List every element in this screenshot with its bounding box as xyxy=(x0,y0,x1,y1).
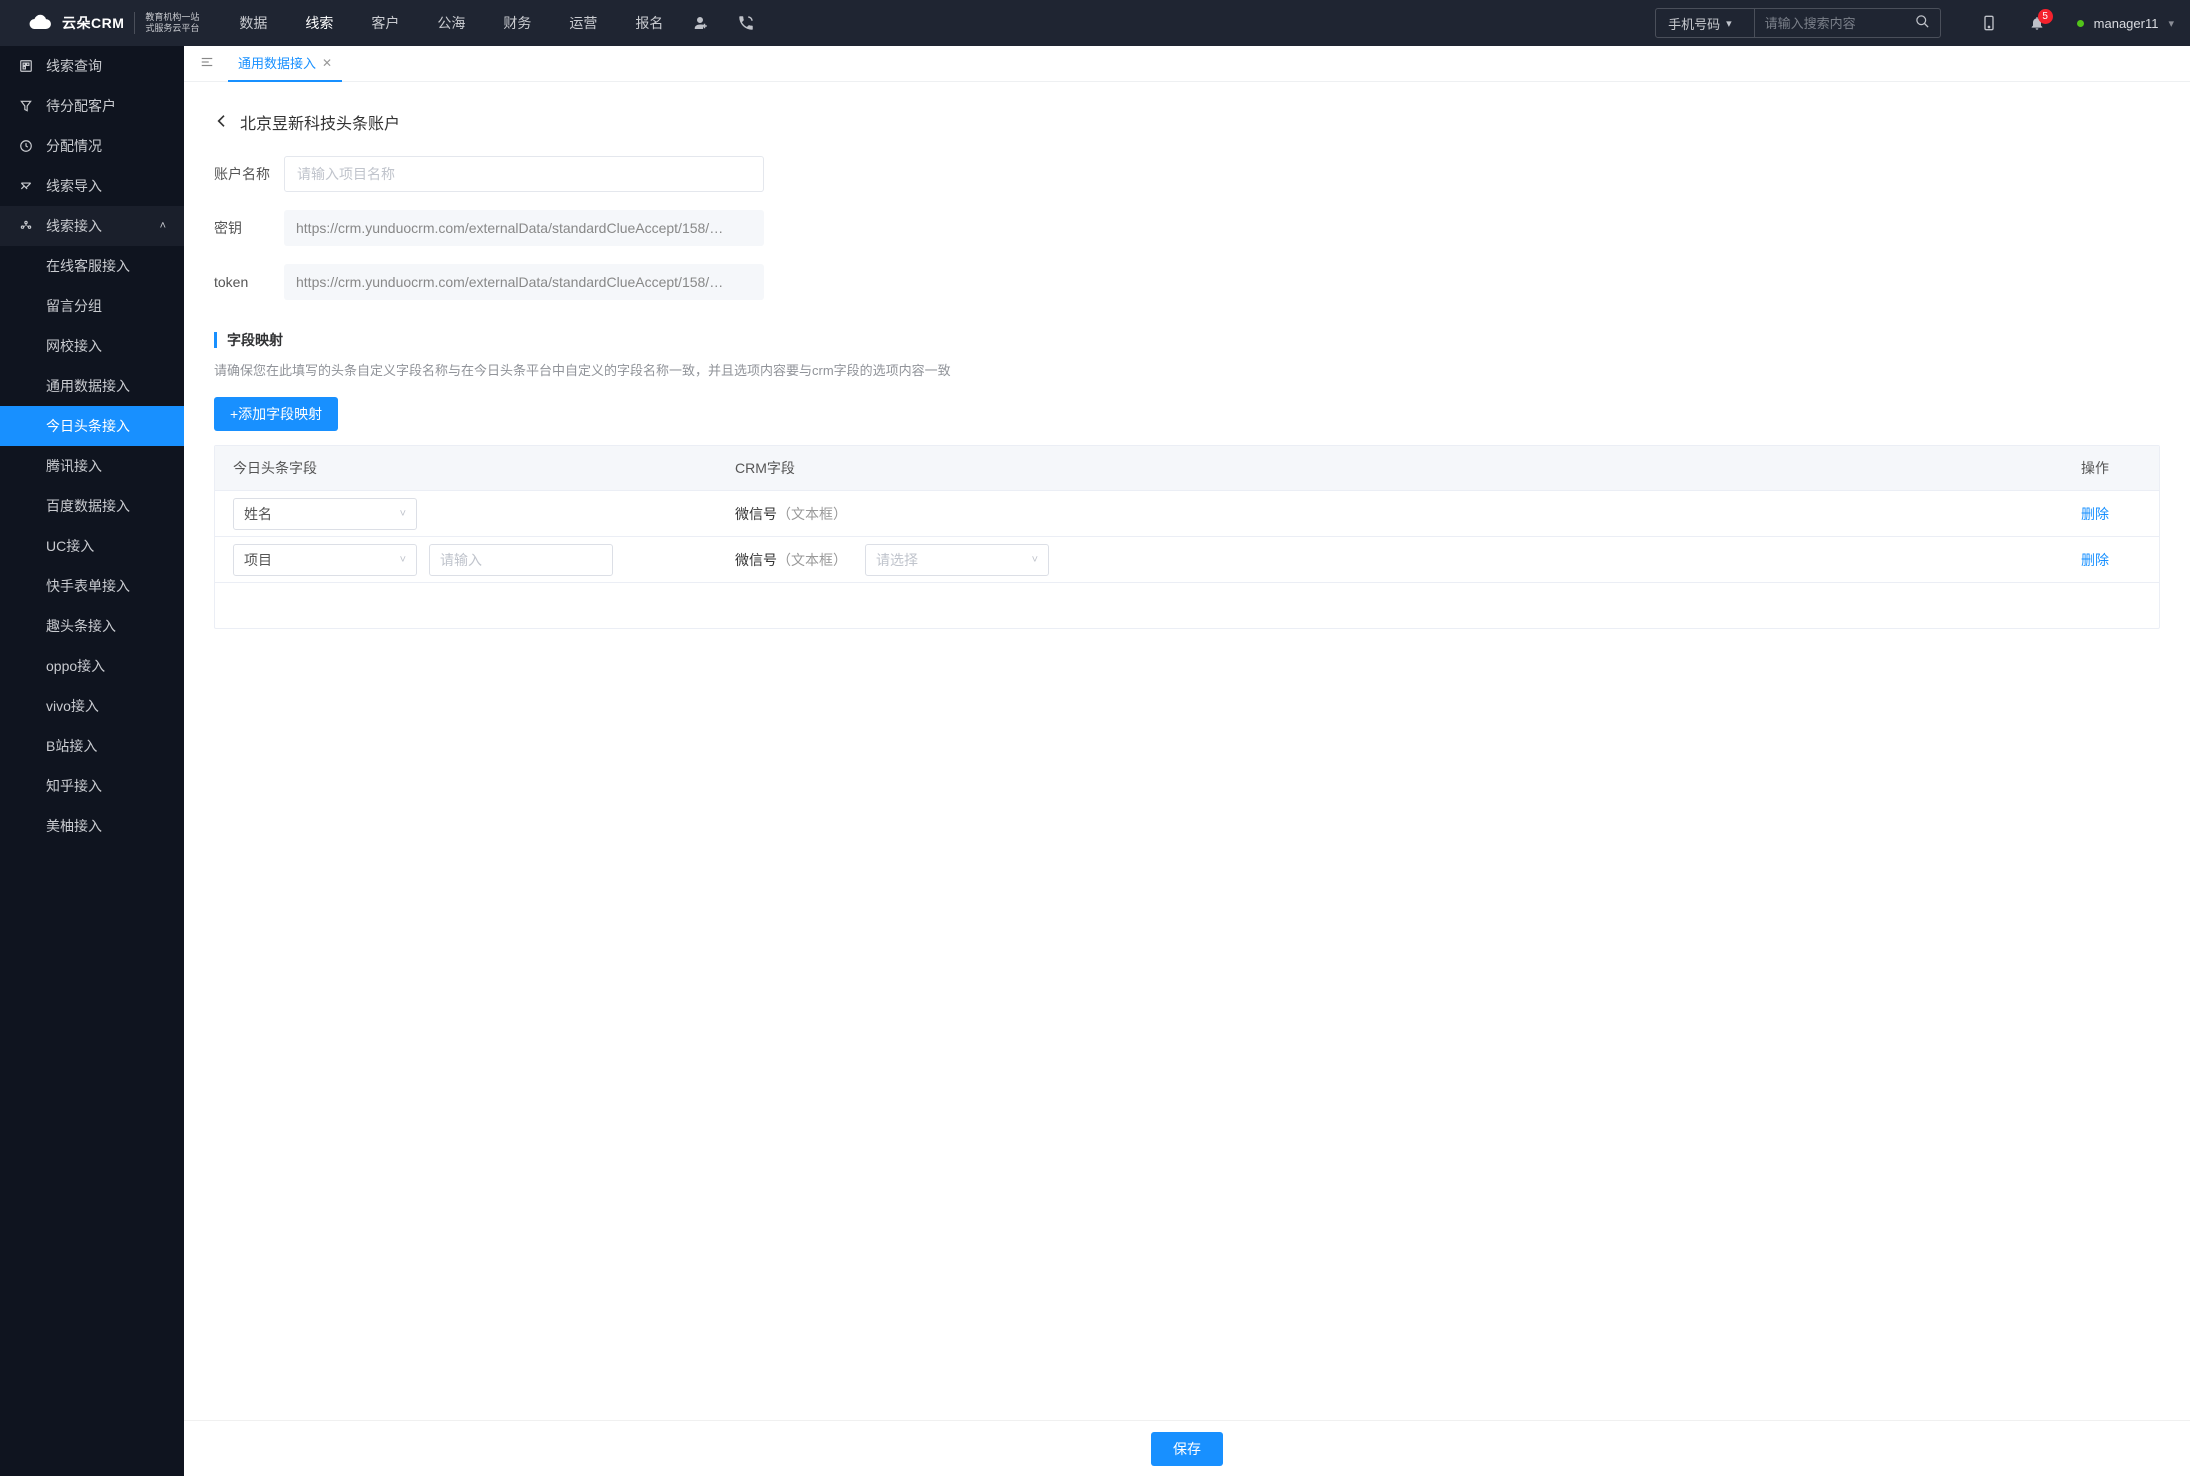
sidebar-item-2[interactable]: 分配情况 xyxy=(0,126,184,166)
top-nav-item-1[interactable]: 线索 xyxy=(305,13,333,33)
sidebar-item-4[interactable]: 线索接入 ˄ xyxy=(0,206,184,246)
brand-sub2: 式服务云平台 xyxy=(145,23,199,34)
table-row: 项目˅ 微信号（文本框） 请选择˅ 删除 xyxy=(215,536,2159,582)
delete-row-button[interactable]: 删除 xyxy=(2081,506,2109,522)
sidebar-subitem-4-5[interactable]: 腾讯接入 xyxy=(0,446,184,486)
tt-field-select[interactable]: 项目˅ xyxy=(233,544,417,576)
sidebar-subitem-4-9[interactable]: 趣头条接入 xyxy=(0,606,184,646)
top-nav-item-5[interactable]: 运营 xyxy=(569,13,597,33)
sidebar-icon xyxy=(18,58,34,74)
save-button[interactable]: 保存 xyxy=(1151,1432,1223,1466)
brand-name: 云朵CRM xyxy=(62,13,124,33)
sidebar-icon xyxy=(18,138,34,154)
sidebar-item-label: 线索接入 xyxy=(46,216,102,236)
delete-row-button[interactable]: 删除 xyxy=(2081,552,2109,568)
top-nav: 数据 线索 客户 公海 财务 运营 报名 xyxy=(239,13,663,33)
top-nav-item-4[interactable]: 财务 xyxy=(503,13,531,33)
sidebar-item-3[interactable]: 线索导入 xyxy=(0,166,184,206)
sidebar-item-1[interactable]: 待分配客户 xyxy=(0,86,184,126)
search-input[interactable] xyxy=(1755,16,1905,31)
global-search: 手机号码 ▾ xyxy=(1655,8,1941,38)
back-button[interactable] xyxy=(214,113,230,132)
top-nav-item-0[interactable]: 数据 xyxy=(239,13,267,33)
user-menu[interactable]: manager11 ▾ xyxy=(2077,16,2174,31)
notification-badge: 5 xyxy=(2038,9,2053,24)
sidebar-subitem-4-6[interactable]: 百度数据接入 xyxy=(0,486,184,526)
col-header-tt: 今日头条字段 xyxy=(233,458,735,478)
table-head: 今日头条字段 CRM字段 操作 xyxy=(215,446,2159,490)
sidebar-collapse-button[interactable] xyxy=(194,51,220,76)
sidebar-item-0[interactable]: 线索查询 xyxy=(0,46,184,86)
username: manager11 xyxy=(2094,16,2159,31)
account-name-label: 账户名称 xyxy=(214,164,284,184)
brand-sub1: 教育机构一站 xyxy=(145,12,199,23)
sidebar-subitem-4-4[interactable]: 今日头条接入 xyxy=(0,406,184,446)
chevron-icon: ˄ xyxy=(160,220,166,232)
sidebar: 线索查询待分配客户分配情况线索导入线索接入 ˄ 在线客服接入留言分组网校接入通用数据… xyxy=(0,46,184,1476)
tt-field-input[interactable] xyxy=(429,544,613,576)
page-title: 北京昱新科技头条账户 xyxy=(240,110,400,134)
sidebar-subitem-4-11[interactable]: vivo接入 xyxy=(0,686,184,726)
search-icon[interactable] xyxy=(1905,14,1940,32)
sidebar-subitem-4-0[interactable]: 在线客服接入 xyxy=(0,246,184,286)
col-header-op: 操作 xyxy=(2081,458,2141,478)
top-nav-item-3[interactable]: 公海 xyxy=(437,13,465,33)
tab-0[interactable]: 通用数据接入✕ xyxy=(228,46,342,82)
top-nav-item-6[interactable]: 报名 xyxy=(635,13,663,33)
sidebar-subitem-4-3[interactable]: 通用数据接入 xyxy=(0,366,184,406)
table-row: 姓名˅ 微信号（文本框） 删除 xyxy=(215,490,2159,536)
crm-option-select[interactable]: 请选择˅ xyxy=(865,544,1049,576)
secret-readonly: https://crm.yunduocrm.com/externalData/s… xyxy=(284,210,764,246)
add-field-mapping-button[interactable]: +添加字段映射 xyxy=(214,397,338,431)
sidebar-subitem-4-1[interactable]: 留言分组 xyxy=(0,286,184,326)
token-label: token xyxy=(214,274,284,290)
secret-label: 密钥 xyxy=(214,218,284,238)
sidebar-item-label: 线索导入 xyxy=(46,176,102,196)
sidebar-subitem-4-8[interactable]: 快手表单接入 xyxy=(0,566,184,606)
logo-cloud-icon xyxy=(28,11,52,35)
crm-field-label: 微信号（文本框） xyxy=(735,504,847,524)
brand-area: 云朵CRM 教育机构一站 式服务云平台 xyxy=(28,11,199,35)
tt-field-select[interactable]: 姓名˅ xyxy=(233,498,417,530)
token-readonly: https://crm.yunduocrm.com/externalData/s… xyxy=(284,264,764,300)
sidebar-icon xyxy=(18,98,34,114)
field-mapping-table: 今日头条字段 CRM字段 操作 姓名˅微信号（文本框）删除项目˅微信号（文本框）… xyxy=(214,445,2160,629)
col-header-crm: CRM字段 xyxy=(735,458,2081,478)
sidebar-subitem-4-10[interactable]: oppo接入 xyxy=(0,646,184,686)
main-content: 通用数据接入✕ 北京昱新科技头条账户 账户名称 密钥 https://crm.y… xyxy=(184,46,2190,1476)
sidebar-subitem-4-12[interactable]: B站接入 xyxy=(0,726,184,766)
status-online-dot xyxy=(2077,20,2084,27)
mobile-icon[interactable] xyxy=(1981,15,1997,31)
sidebar-icon xyxy=(18,178,34,194)
tab-bar: 通用数据接入✕ xyxy=(184,46,2190,82)
top-nav-item-2[interactable]: 客户 xyxy=(371,13,399,33)
sidebar-subitem-4-7[interactable]: UC接入 xyxy=(0,526,184,566)
notification-bell-icon[interactable]: 5 xyxy=(2029,15,2045,31)
phone-icon[interactable] xyxy=(737,14,755,32)
user-add-icon[interactable] xyxy=(691,14,709,32)
section-accent-bar xyxy=(214,332,217,348)
search-type-select[interactable]: 手机号码 ▾ xyxy=(1656,9,1755,37)
sidebar-icon xyxy=(18,218,34,234)
top-header: 云朵CRM 教育机构一站 式服务云平台 数据 线索 客户 公海 财务 运营 报名 手机号码 … xyxy=(0,0,2190,46)
sidebar-item-label: 线索查询 xyxy=(46,56,102,76)
mapping-description: 请确保您在此填写的头条自定义字段名称与在今日头条平台中自定义的字段名称一致，并且… xyxy=(214,360,2160,379)
mapping-title: 字段映射 xyxy=(227,330,283,350)
crm-field-label: 微信号（文本框） xyxy=(735,550,847,570)
sidebar-item-label: 待分配客户 xyxy=(46,96,116,116)
sidebar-subitem-4-14[interactable]: 美柚接入 xyxy=(0,806,184,846)
sidebar-item-label: 分配情况 xyxy=(46,136,102,156)
sidebar-subitem-4-2[interactable]: 网校接入 xyxy=(0,326,184,366)
sidebar-subitem-4-13[interactable]: 知乎接入 xyxy=(0,766,184,806)
account-name-input[interactable] xyxy=(284,156,764,192)
tab-close-icon[interactable]: ✕ xyxy=(322,56,332,70)
